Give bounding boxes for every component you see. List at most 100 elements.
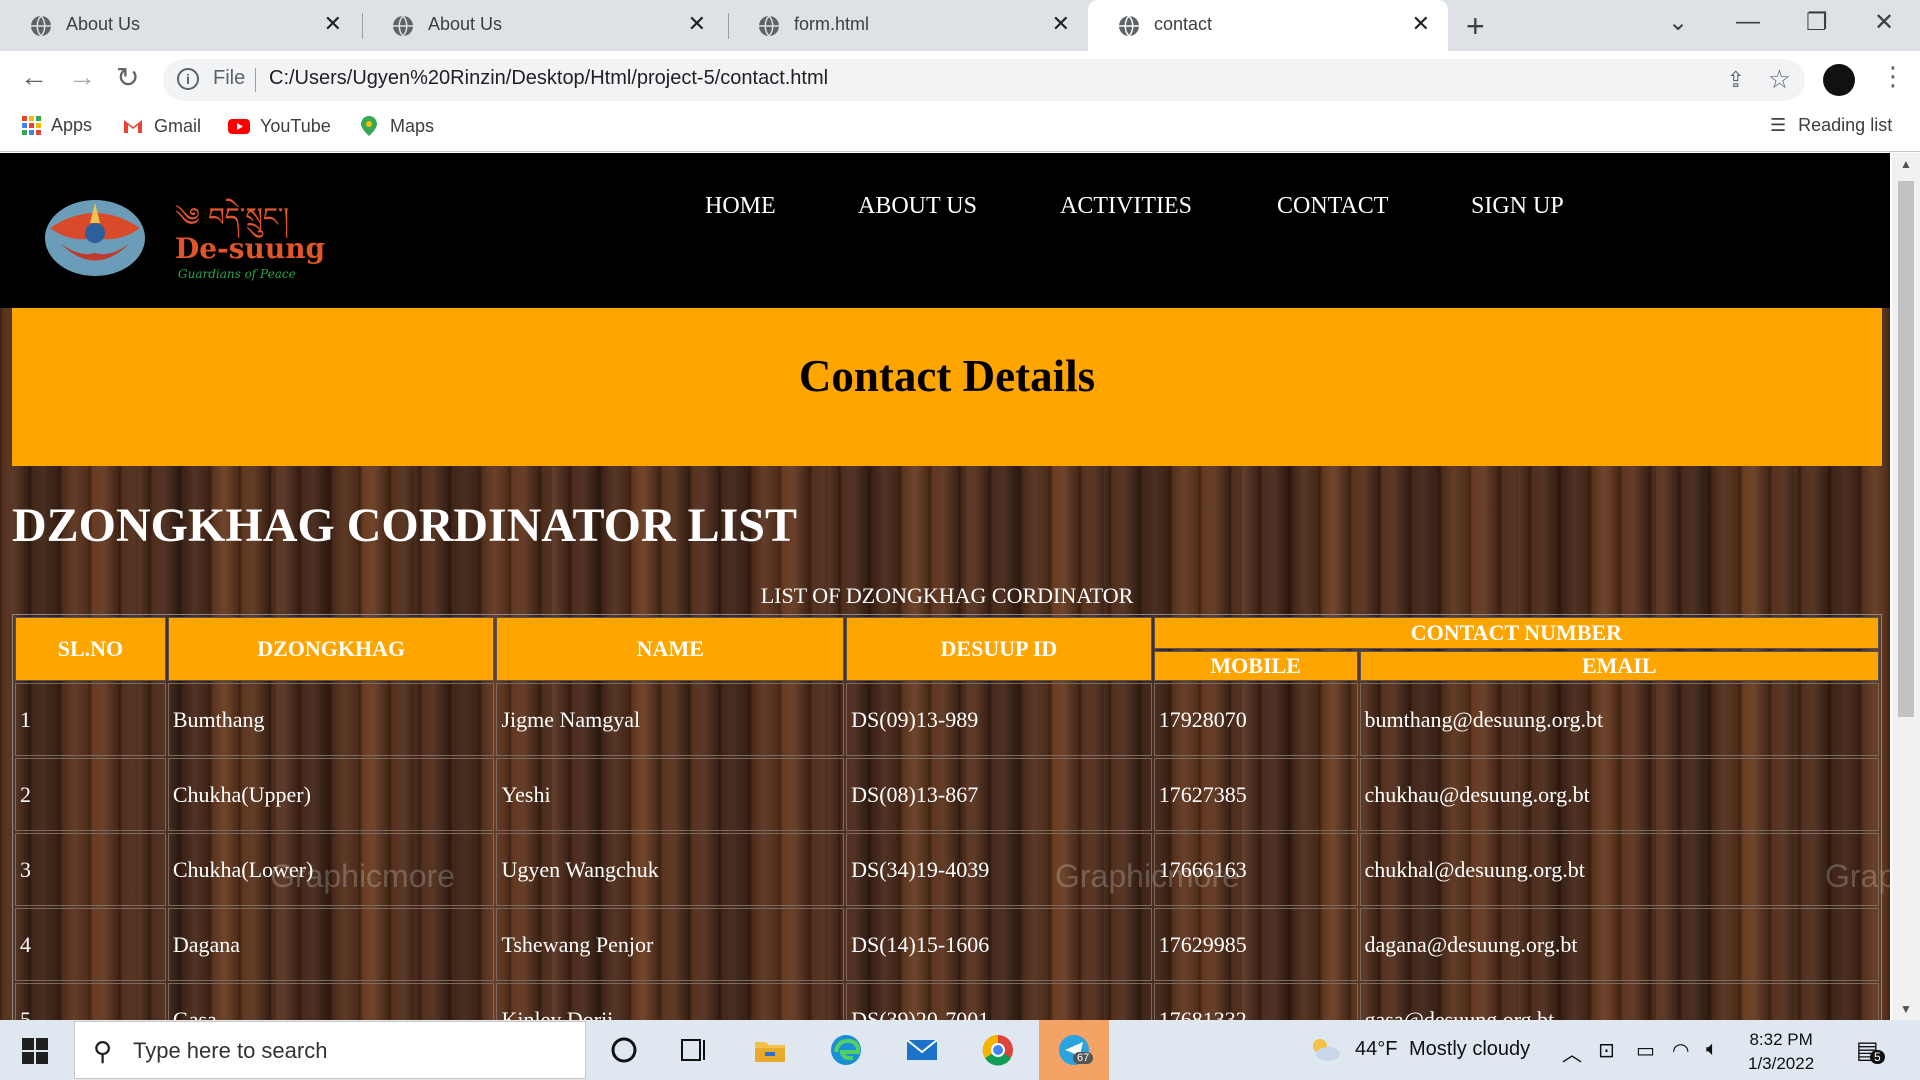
forward-icon[interactable]: → <box>68 61 96 93</box>
cell-email: bumthang@desuung.org.bt <box>1359 683 1879 756</box>
reading-list-button[interactable]: ☰ Reading list <box>1770 115 1892 136</box>
telegram-badge: 67 <box>1073 1052 1094 1064</box>
globe-icon <box>31 15 51 37</box>
windows-start-icon[interactable] <box>22 1038 48 1064</box>
windows-taskbar: ⚲ Type here to search 67 44°F Mostly clo… <box>0 1020 1920 1080</box>
browser-tab[interactable]: About Us ✕ <box>362 0 724 51</box>
cortana-icon[interactable] <box>606 1032 642 1068</box>
cell-slno: 3 <box>15 833 166 906</box>
cell-slno: 2 <box>15 758 166 831</box>
wifi-icon[interactable]: ◠ <box>1672 1038 1689 1063</box>
address-bar[interactable]: i File C:/Users/Ugyen%20Rinzin/Desktop/H… <box>163 59 1805 101</box>
bookmark-youtube[interactable]: YouTube <box>228 115 331 137</box>
globe-icon <box>759 15 779 37</box>
youtube-icon <box>228 119 250 134</box>
weather-temp[interactable]: 44°F <box>1355 1038 1397 1061</box>
cell-desuup-id: DS(09)13-989 <box>846 683 1152 756</box>
bookmark-label: Maps <box>390 115 435 136</box>
reading-list-label: Reading list <box>1798 115 1893 135</box>
task-view-icon[interactable] <box>676 1032 712 1068</box>
browser-tab[interactable]: About Us ✕ <box>0 0 360 51</box>
profile-avatar[interactable] <box>1823 64 1855 96</box>
tab-title: About Us <box>66 14 141 34</box>
bookmark-apps[interactable]: Apps <box>22 115 92 136</box>
taskbar-search-box[interactable]: ⚲ Type here to search <box>74 1021 586 1079</box>
cell-dzongkhag: Chukha(Lower) <box>167 833 495 906</box>
chevron-up-icon[interactable]: ︿ <box>1562 1038 1582 1067</box>
browser-tab[interactable]: form.html ✕ <box>728 0 1088 51</box>
new-tab-button[interactable]: + <box>1466 8 1485 45</box>
nav-home[interactable]: HOME <box>705 193 776 220</box>
meet-now-icon[interactable]: ⊡ <box>1598 1038 1615 1063</box>
volume-icon[interactable]: 🔈︎ <box>1706 1038 1718 1061</box>
notification-center[interactable]: ▤ 5 <box>1856 1036 1885 1065</box>
telegram-taskbar-button[interactable]: 67 <box>1039 1020 1109 1080</box>
browser-tab-active[interactable]: contact ✕ <box>1088 0 1448 51</box>
search-icon: ⚲ <box>93 1036 113 1066</box>
cell-name: Jigme Namgyal <box>496 683 845 756</box>
scroll-down-arrow-icon[interactable]: ▼ <box>1900 1002 1912 1016</box>
url-text[interactable]: C:/Users/Ugyen%20Rinzin/Desktop/Html/pro… <box>269 67 828 90</box>
bookmark-star-icon[interactable]: ☆ <box>1768 64 1791 95</box>
site-header: ༄ བདེ་སྲུང་། De-suung Guardians of Peace… <box>0 153 1890 308</box>
cell-mobile: 17928070 <box>1153 683 1358 756</box>
cell-email: chukhau@desuung.org.bt <box>1359 758 1879 831</box>
share-icon[interactable]: ⇪ <box>1727 67 1745 93</box>
desuung-logo[interactable]: ༄ བདེ་སྲུང་། De-suung Guardians of Peace <box>40 188 340 283</box>
header-contact-number: CONTACT NUMBER <box>1153 617 1879 649</box>
bookmark-label: Gmail <box>154 115 202 136</box>
cell-dzongkhag: Dagana <box>167 908 495 981</box>
close-tab-icon[interactable]: ✕ <box>1412 11 1430 37</box>
cell-desuup-id: DS(34)19-4039 <box>846 833 1152 906</box>
back-icon[interactable]: ← <box>20 61 48 93</box>
cell-email: chukhal@desuung.org.bt <box>1359 833 1879 906</box>
taskbar-clock[interactable]: 8:32 PM 1/3/2022 <box>1748 1028 1814 1076</box>
tab-title: form.html <box>794 14 870 34</box>
header-slno: SL.NO <box>15 617 166 681</box>
weather-condition[interactable]: Mostly cloudy <box>1409 1038 1530 1061</box>
logo-tagline: Guardians of Peace <box>178 267 296 281</box>
table-row: 1 Bumthang Jigme Namgyal DS(09)13-989 17… <box>15 683 1879 756</box>
nav-contact[interactable]: CONTACT <box>1277 193 1388 220</box>
bookmark-maps[interactable]: Maps <box>358 115 434 137</box>
reading-list-icon: ☰ <box>1770 115 1787 135</box>
menu-kebab-icon[interactable]: ⋮ <box>1880 61 1906 92</box>
minimize-icon[interactable]: — <box>1736 8 1760 36</box>
table-row: 2 Chukha(Upper) Yeshi DS(08)13-867 17627… <box>15 758 1879 831</box>
bookmark-gmail[interactable]: Gmail <box>122 115 201 137</box>
mail-icon[interactable] <box>904 1032 940 1068</box>
weather-cloud-icon[interactable] <box>1308 1034 1342 1064</box>
scheme-label: File <box>213 67 246 89</box>
bookmark-label: Apps <box>51 115 93 135</box>
browser-toolbar: ← → ↻ i File C:/Users/Ugyen%20Rinzin/Des… <box>0 51 1920 103</box>
restore-icon[interactable]: ❐ <box>1806 8 1828 37</box>
table-row: 4 Dagana Tshewang Penjor DS(14)15-1606 1… <box>15 908 1879 981</box>
chrome-icon[interactable] <box>980 1032 1016 1068</box>
nav-about-us[interactable]: ABOUT US <box>858 193 977 220</box>
close-tab-icon[interactable]: ✕ <box>324 11 342 37</box>
header-desuup-id: DESUUP ID <box>846 617 1152 681</box>
tab-search-icon[interactable]: ⌄ <box>1668 8 1688 37</box>
close-tab-icon[interactable]: ✕ <box>688 11 706 37</box>
tab-title: About Us <box>428 14 503 34</box>
table-caption: LIST OF DZONGKHAG CORDINATOR <box>760 583 1134 608</box>
list-heading: DZONGKHAG CORDINATOR LIST <box>12 499 798 552</box>
page-scrollbar[interactable]: ▲ ▼ <box>1892 153 1920 1020</box>
close-tab-icon[interactable]: ✕ <box>1052 11 1070 37</box>
battery-icon[interactable]: ▭ <box>1636 1038 1655 1063</box>
info-icon[interactable]: i <box>177 68 199 90</box>
edge-browser-icon[interactable] <box>828 1032 864 1068</box>
notification-count: 5 <box>1870 1050 1885 1064</box>
scroll-up-arrow-icon[interactable]: ▲ <box>1900 157 1912 171</box>
nav-activities[interactable]: ACTIVITIES <box>1060 193 1192 220</box>
reload-icon[interactable]: ↻ <box>116 61 139 94</box>
table-row: 3 Chukha(Lower) Ugyen Wangchuk DS(34)19-… <box>15 833 1879 906</box>
header-mobile: MOBILE <box>1153 651 1358 681</box>
close-window-icon[interactable]: ✕ <box>1874 8 1894 37</box>
nav-sign-up[interactable]: SIGN UP <box>1471 193 1564 220</box>
page-viewport: ༄ བདེ་སྲུང་། De-suung Guardians of Peace… <box>0 153 1890 1020</box>
file-explorer-icon[interactable] <box>752 1032 788 1068</box>
gmail-icon <box>124 120 142 133</box>
scrollbar-thumb[interactable] <box>1898 181 1914 717</box>
cell-mobile: 17627385 <box>1153 758 1358 831</box>
